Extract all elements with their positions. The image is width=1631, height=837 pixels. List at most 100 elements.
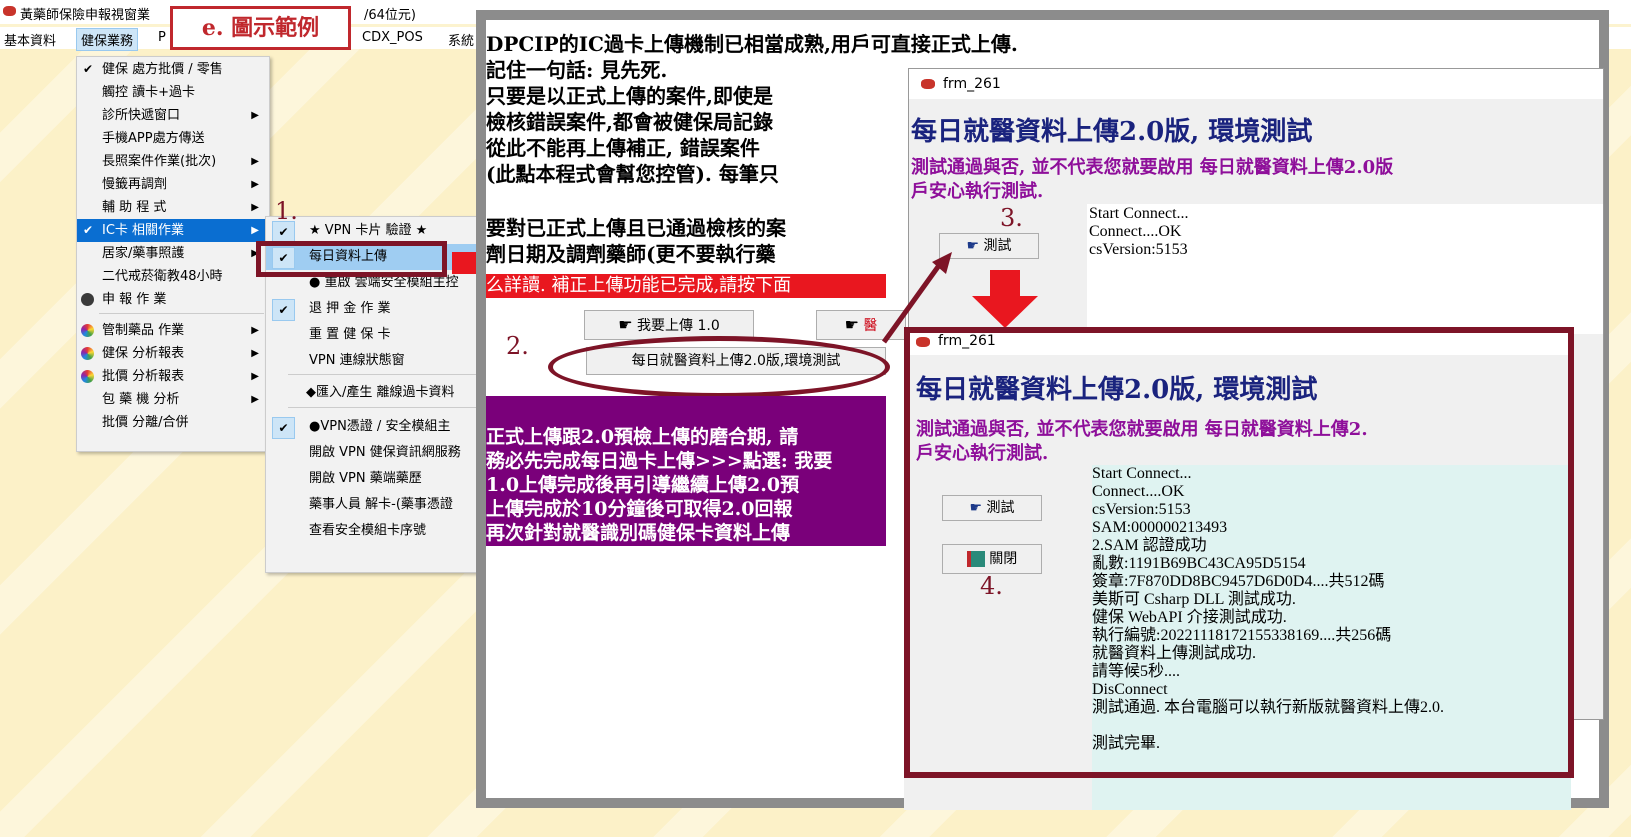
menu-item-3[interactable]: 手機APP處方傳送: [77, 127, 269, 150]
submenu-item-8[interactable]: 開啟 VPN 健保資訊網服務: [266, 440, 481, 466]
submenu-arrow-icon: ▶: [251, 371, 259, 382]
submenu-item-3[interactable]: ✔ 退 押 金 作 業: [266, 296, 481, 322]
submenu-item-5[interactable]: VPN 連線狀態窗: [266, 348, 481, 374]
bg-line-7: 要對已正式上傳且已通過檢核的案: [486, 216, 786, 240]
test-window-1-sub1: 測試通過與否, 並不代表您就要啟用 每日就醫資料上傳2.0版: [911, 157, 1394, 178]
menu-item-label: 居家/藥事照護: [102, 246, 185, 261]
menu-basic-data[interactable]: 基本資料: [4, 30, 56, 49]
pointing-hand-icon: ☛: [966, 238, 980, 254]
checkmark-icon: ✔: [272, 417, 295, 439]
menu-item-0[interactable]: ✔ 健保 處方批價 / 零售: [77, 58, 269, 81]
purple-line-2: 務必先完成每日過卡上傳>>>點選: 我要: [486, 450, 833, 472]
bg-line-8: 劑日期及調劑藥師(更不要執行藥: [486, 242, 776, 266]
submenu-item-9[interactable]: 開啟 VPN 藥端藥歷: [266, 466, 481, 492]
submenu-arrow-icon: ▶: [251, 179, 259, 190]
report-icon: [81, 293, 94, 306]
menu-p[interactable]: P: [158, 30, 166, 45]
color-wheel-icon: [81, 347, 94, 360]
submenu-item-label: 退 押 金 作 業: [309, 301, 391, 316]
menu-item-label: 批價 分析報表: [102, 369, 185, 384]
menu-item-10[interactable]: 申 報 作 業: [77, 288, 269, 311]
submenu-item-label: 開啟 VPN 藥端藥歷: [309, 471, 422, 486]
highlight-daily-upload: [256, 241, 447, 277]
menu-item-5[interactable]: 慢籤再調劑 ▶: [77, 173, 269, 196]
submenu-arrow-icon: ▶: [251, 348, 259, 359]
submenu-item-label: ◆匯入/產生 離線過卡資料: [306, 385, 455, 400]
menu-item-label: 慢籤再調劑: [102, 177, 168, 192]
test-window-1-sub2: 戶安心執行測試.: [911, 181, 1044, 202]
menu-item-15[interactable]: 批價 分離/合併: [77, 411, 269, 434]
log-line: Start Connect...: [1089, 205, 1189, 222]
submenu-arrow-icon: ▶: [251, 325, 259, 336]
highlight-test-window-2: [904, 327, 1574, 778]
menu-insurance-business[interactable]: 健保業務: [76, 28, 139, 51]
app-title-suffix: /64位元): [364, 8, 416, 23]
submenu-item-label: 重 置 健 保 卡: [309, 327, 391, 342]
menu-item-13[interactable]: 批價 分析報表 ▶: [77, 365, 269, 388]
menu-item-label: 觸控 讀卡+過卡: [102, 85, 196, 100]
menu-item-11[interactable]: 管制藥品 作業 ▶: [77, 319, 269, 342]
submenu-item-label: 查看安全模組卡序號: [309, 523, 427, 538]
checkmark-icon: ✔: [83, 223, 94, 237]
step-1-label: 1.: [275, 197, 298, 225]
log-line: csVersion:5153: [1089, 241, 1188, 258]
submenu-item-label: 藥事人員 解卡-(藥事憑證: [309, 497, 453, 512]
submenu-arrow-icon: ▶: [251, 156, 259, 167]
app-logo-icon: [921, 79, 935, 89]
menu-item-label: 健保 分析報表: [102, 346, 185, 361]
menu-separator: [288, 407, 478, 408]
submenu-item-label: 開啟 VPN 健保資訊網服務: [309, 445, 461, 460]
checkmark-icon: ✔: [272, 299, 295, 321]
menu-item-label: 管制藥品 作業: [102, 323, 185, 338]
menu-item-12[interactable]: 健保 分析報表 ▶: [77, 342, 269, 365]
menu-item-6[interactable]: 輔 助 程 式 ▶: [77, 196, 269, 219]
purple-line-5: 再次針對就醫識別碼健保卡資料上傳: [486, 522, 791, 544]
arrow-down-icon: [972, 270, 1038, 328]
menu-item-1[interactable]: 觸控 讀卡+過卡: [77, 81, 269, 104]
menu-item-14[interactable]: 包 藥 機 分析 ▶: [77, 388, 269, 411]
step-2-label: 2.: [506, 332, 529, 360]
notice-strip: 么詳讀. 補正上傳功能已完成,請按下面: [486, 274, 886, 298]
test-window-1-log: Start Connect... Connect....OK csVersion:5…: [1089, 205, 1189, 259]
menu-item-label: 手機APP處方傳送: [102, 131, 205, 146]
bg-line-6: (此點本程式會幫您控管). 每筆只: [486, 162, 779, 186]
medical-upload-label: 醫: [863, 318, 878, 334]
step-4-label: 4.: [980, 572, 1003, 600]
pointing-hand-icon: ☛: [844, 315, 859, 334]
pointing-hand-icon: ☛: [618, 315, 633, 334]
checkmark-icon: ✔: [83, 62, 94, 76]
submenu-arrow-icon: ▶: [251, 225, 259, 236]
menu-item-label: 包 藥 機 分析: [102, 392, 180, 407]
menu-item-label: IC卡 相關作業: [102, 223, 185, 238]
menu-item-label: 申 報 作 業: [102, 292, 167, 307]
app-logo-icon: [3, 6, 16, 16]
submenu-item-label: VPN 連線狀態窗: [309, 353, 405, 368]
submenu-item-4[interactable]: 重 置 健 保 卡: [266, 322, 481, 348]
bg-line-4: 檢核錯誤案件,都會被健保局記錄: [486, 110, 773, 134]
submenu-item-11[interactable]: 查看安全模組卡序號: [266, 518, 481, 544]
submenu-item-7[interactable]: ✔ ●VPN憑證 / 安全模組主: [266, 414, 481, 440]
purple-notice: 正式上傳跟2.0預檢上傳的磨合期, 請 務必先完成每日過卡上傳>>>點選: 我要…: [486, 396, 886, 546]
color-wheel-icon: [81, 324, 94, 337]
menu-item-2[interactable]: 診所快遞窗口 ▶: [77, 104, 269, 127]
test-window-1-title: frm_261: [943, 76, 1001, 92]
purple-line-3: 1.0上傳完成後再引導繼續上傳2.0預: [486, 474, 800, 496]
menu-item-9[interactable]: 二代戒菸衛教48小時: [77, 265, 269, 288]
purple-line-4: 上傳完成於10分鐘後可取得2.0回報: [486, 498, 793, 520]
test-window-1-heading: 每日就醫資料上傳2.0版, 環境測試: [911, 117, 1313, 147]
insurance-dropdown-menu: ✔ 健保 處方批價 / 零售觸控 讀卡+過卡診所快遞窗口 ▶ 手機APP處方傳送長照案…: [76, 56, 270, 452]
menu-item-8[interactable]: 居家/藥事照護 ▶: [77, 242, 269, 265]
menu-separator: [288, 374, 478, 375]
menu-item-label: 二代戒菸衛教48小時: [102, 269, 223, 284]
menu-system[interactable]: 系統: [448, 30, 474, 49]
menu-item-7[interactable]: ✔ IC卡 相關作業 ▶: [77, 219, 269, 242]
submenu-item-10[interactable]: 藥事人員 解卡-(藥事憑證: [266, 492, 481, 518]
submenu-item-6[interactable]: ◆匯入/產生 離線過卡資料: [266, 380, 481, 406]
bg-line-1: DPCIP的IC過卡上傳機制已相當成熟,用戶可直接正式上傳.: [486, 32, 1018, 56]
test-window-1-titlebar: frm_261: [909, 69, 1603, 99]
menu-cdx-pos[interactable]: CDX_POS: [362, 30, 423, 45]
upload-1-0-label: 我要上傳 1.0: [637, 318, 720, 334]
purple-line-1: 正式上傳跟2.0預檢上傳的磨合期, 請: [486, 426, 799, 448]
menu-item-4[interactable]: 長照案件作業(批次) ▶: [77, 150, 269, 173]
bg-line-3: 只要是以正式上傳的案件,即使是: [486, 84, 773, 108]
